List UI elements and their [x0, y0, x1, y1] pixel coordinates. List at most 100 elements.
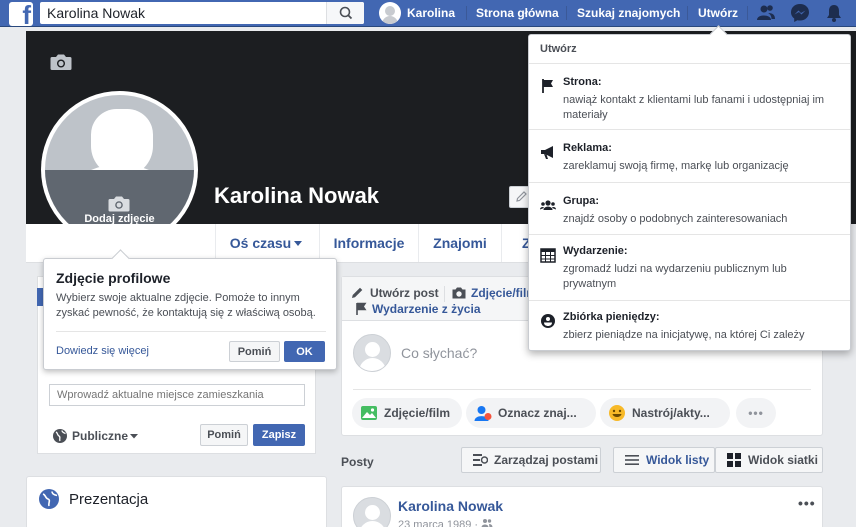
divider	[529, 63, 850, 64]
camera-icon	[108, 196, 130, 212]
presentation-title: Prezentacja	[69, 491, 149, 508]
globe-icon	[39, 489, 59, 509]
grid-view-button[interactable]: Widok siatki	[715, 447, 823, 473]
tag-friends-button[interactable]: Oznacz znaj...	[466, 398, 596, 428]
privacy-selector[interactable]: Publiczne	[52, 428, 140, 444]
photo-video-tab[interactable]: Zdjęcie/film	[451, 286, 537, 300]
intro-skip-button[interactable]: Pomiń	[200, 424, 248, 446]
more-options-button[interactable]: •••	[736, 398, 776, 428]
avatar	[379, 2, 401, 24]
search-input[interactable]	[40, 2, 326, 24]
tooltip-title: Zdjęcie profilowe	[56, 270, 171, 286]
search-icon	[339, 6, 353, 20]
create-ad-item[interactable]: Reklama: zareklamuj swoją firmę, markę l…	[529, 142, 850, 178]
button-label: Zarządzaj postami	[494, 453, 599, 467]
pill-label: Nastrój/akty...	[632, 406, 710, 420]
grid-icon	[727, 453, 741, 467]
item-description: zareklamuj swoją firmę, markę lub organi…	[563, 160, 789, 172]
profile-name: Karolina Nowak	[214, 183, 380, 208]
tag-friends-icon	[474, 406, 492, 421]
tab-about[interactable]: Informacje	[319, 224, 418, 262]
pill-label: Zdjęcie/film	[384, 406, 451, 420]
item-title: Wydarzenie:	[563, 245, 628, 257]
create-event-item[interactable]: Wydarzenie: zgromadź ludzi na wydarzeniu…	[529, 245, 850, 293]
current-city-input[interactable]	[49, 384, 305, 406]
posts-label: Posty	[341, 455, 374, 469]
notifications-icon[interactable]	[824, 3, 844, 23]
messenger-icon[interactable]	[790, 3, 810, 23]
divider	[687, 6, 688, 20]
save-button[interactable]: Zapisz	[253, 424, 305, 446]
flag-icon	[356, 302, 367, 315]
divider	[566, 6, 567, 20]
divider	[56, 331, 326, 332]
tooltip-skip-button[interactable]: Pomiń	[229, 341, 280, 362]
profile-nav-link[interactable]: Karolina	[379, 0, 455, 26]
camera-icon	[452, 287, 466, 299]
list-view-button[interactable]: Widok listy	[613, 447, 715, 473]
find-friends-link[interactable]: Szukaj znajomych	[577, 0, 680, 26]
manage-icon	[473, 454, 488, 466]
post-date[interactable]: 23 marca 1989 ·	[398, 518, 493, 527]
button-label: Widok listy	[646, 453, 710, 467]
tab-label: Utwórz post	[370, 286, 439, 300]
tab-label: Oś czasu	[229, 235, 292, 251]
tab-timeline[interactable]: Oś czasu	[215, 224, 319, 262]
create-group-item[interactable]: Grupa: znajdź osoby o podobnych zaintere…	[529, 195, 850, 231]
presentation-card: Prezentacja	[26, 476, 327, 527]
divider	[444, 286, 445, 302]
divider	[466, 6, 467, 20]
list-icon	[625, 455, 639, 465]
learn-more-link[interactable]: Dowiedz się więcej	[56, 345, 149, 357]
top-navigation-bar: f Karolina Strona główna Szukaj znajomyc…	[0, 0, 856, 27]
item-description: zgromadź ludzi na wydarzeniu publicznym …	[563, 263, 787, 290]
life-event-tab[interactable]: Wydarzenie z życia	[354, 302, 481, 316]
privacy-label: Publiczne	[72, 429, 129, 443]
megaphone-icon	[541, 146, 553, 159]
pill-label: Oznacz znaj...	[498, 406, 577, 420]
post-options-button[interactable]: •••	[798, 495, 816, 511]
smiley-icon	[609, 405, 625, 421]
create-post-tab[interactable]: Utwórz post	[350, 286, 439, 300]
fundraiser-icon	[541, 314, 555, 328]
item-description: zbierz pieniądze na inicjatywę, na które…	[563, 329, 805, 341]
search-box	[40, 2, 364, 24]
item-title: Grupa:	[563, 195, 600, 207]
facebook-logo[interactable]: f	[9, 2, 33, 26]
create-fundraiser-item[interactable]: Zbiórka pieniędzy: zbierz pieniądze na i…	[529, 311, 850, 347]
friend-requests-icon[interactable]	[756, 3, 776, 23]
photo-video-button[interactable]: Zdjęcie/film	[352, 398, 462, 428]
friends-audience-icon	[481, 519, 493, 527]
flag-icon	[542, 79, 553, 93]
manage-posts-button[interactable]: Zarządzaj postami	[461, 447, 601, 473]
group-icon	[540, 200, 556, 210]
item-description: znajdź osoby o podobnych zainteresowania…	[563, 213, 788, 225]
create-page-item[interactable]: Strona: nawiąż kontakt z klientami lub f…	[529, 76, 850, 124]
calendar-icon	[540, 248, 556, 263]
tab-label: Wydarzenie z życia	[372, 302, 481, 316]
camera-icon[interactable]	[50, 53, 72, 71]
button-label: Widok siatki	[748, 453, 818, 467]
divider	[529, 234, 850, 235]
item-title: Strona:	[563, 76, 602, 88]
divider	[529, 182, 850, 183]
post-author[interactable]: Karolina Nowak	[398, 498, 503, 514]
profile-photo-tooltip: Zdjęcie profilowe Wybierz swoje aktualne…	[43, 258, 337, 370]
feeling-activity-button[interactable]: Nastrój/akty...	[600, 398, 730, 428]
tab-more[interactable]: Z	[501, 224, 531, 262]
search-button[interactable]	[326, 2, 364, 24]
pencil-icon	[352, 287, 363, 298]
divider	[529, 129, 850, 130]
photo-icon	[361, 406, 377, 420]
composer-input[interactable]: Co słychać?	[401, 345, 477, 361]
create-link[interactable]: Utwórz	[698, 0, 738, 26]
divider	[747, 6, 748, 20]
home-link[interactable]: Strona główna	[476, 0, 559, 26]
avatar	[353, 334, 391, 372]
create-dropdown-menu: Utwórz Strona: nawiąż kontakt z klientam…	[528, 34, 851, 351]
user-name: Karolina	[407, 6, 456, 20]
post-card: Karolina Nowak 23 marca 1989 · •••	[341, 486, 823, 527]
tab-friends[interactable]: Znajomi	[418, 224, 501, 262]
avatar[interactable]	[353, 497, 391, 527]
tooltip-ok-button[interactable]: OK	[284, 341, 325, 362]
